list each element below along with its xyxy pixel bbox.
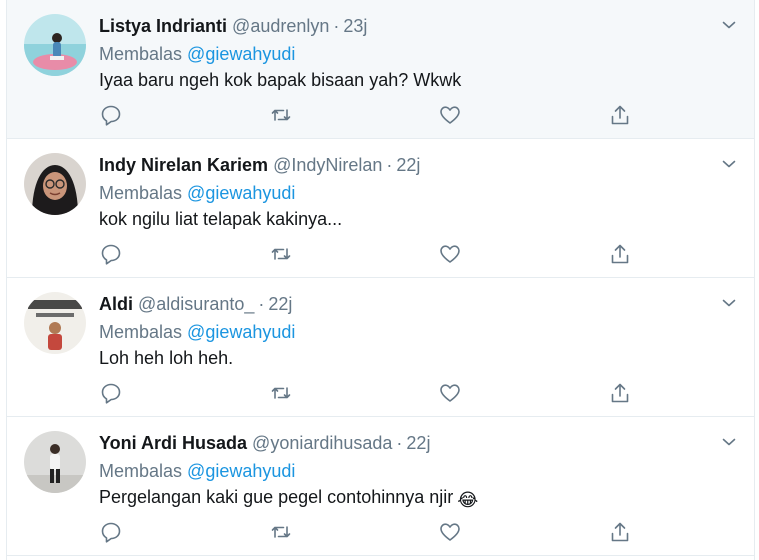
reply-icon[interactable] [100, 243, 122, 265]
like-icon[interactable] [439, 521, 461, 543]
share-icon[interactable] [609, 104, 631, 126]
like-icon[interactable] [439, 382, 461, 404]
mention-link[interactable]: @giewahyudi [187, 322, 295, 342]
retweet-icon[interactable] [270, 521, 292, 543]
replying-to: Membalas @giewahyudi [99, 459, 295, 483]
avatar-beach-photo [24, 14, 86, 76]
replies-timeline: Listya Indrianti @audrenlyn · 23j Membalas… [0, 0, 759, 560]
avatar-standing-person-photo [24, 431, 86, 493]
like-icon[interactable] [439, 104, 461, 126]
display-name[interactable]: Indy Nirelan Kariem [99, 155, 268, 175]
tweet-text: Iyaa baru ngeh kok bapak bisaan yah? Wkw… [99, 70, 462, 90]
tweet-text: kok ngilu liat telapak kakinya... [99, 209, 343, 229]
timestamp[interactable]: 22j [406, 433, 430, 453]
user-handle[interactable]: @audrenlyn [232, 16, 329, 36]
tweet-header: Aldi @aldisuranto_ · 22j [99, 292, 292, 316]
user-handle[interactable]: @yoniardihusada [252, 433, 392, 453]
retweet-icon[interactable] [270, 382, 292, 404]
replying-to-label: Membalas [99, 44, 183, 64]
caret-down-icon[interactable] [722, 157, 736, 171]
tweet-text: Loh heh loh heh. [99, 348, 234, 368]
mention-link[interactable]: @giewahyudi [187, 183, 295, 203]
caret-down-icon[interactable] [722, 18, 736, 32]
avatar-hijab-glasses-photo [24, 153, 86, 215]
user-handle[interactable]: @IndyNirelan [273, 155, 382, 175]
tweet-header: Indy Nirelan Kariem @IndyNirelan · 22j [99, 153, 420, 177]
tweet-reply[interactable]: Aldi @aldisuranto_ · 22j Membalas @giewahy… [7, 278, 754, 417]
mention-link[interactable]: @giewahyudi [187, 461, 295, 481]
reply-icon[interactable] [100, 521, 122, 543]
user-handle[interactable]: @aldisuranto_ [138, 294, 254, 314]
tweet-header: Yoni Ardi Husada @yoniardihusada · 22j [99, 431, 430, 455]
separator-dot: · [333, 16, 340, 36]
display-name[interactable]: Yoni Ardi Husada [99, 433, 247, 453]
retweet-icon[interactable] [270, 243, 292, 265]
timestamp[interactable]: 22j [396, 155, 420, 175]
avatar[interactable] [24, 292, 86, 354]
timestamp[interactable]: 22j [268, 294, 292, 314]
avatar-cattery-photo [24, 292, 86, 354]
reply-icon[interactable] [100, 382, 122, 404]
avatar[interactable] [24, 153, 86, 215]
separator-dot: · [396, 433, 403, 453]
replying-to-label: Membalas [99, 183, 183, 203]
tweet-text: Pergelangan kaki gue pegel contohinnya n… [99, 485, 478, 512]
caret-down-icon[interactable] [722, 435, 736, 449]
caret-down-icon[interactable] [722, 296, 736, 310]
replying-to: Membalas @giewahyudi [99, 320, 295, 344]
separator-dot: · [258, 294, 265, 314]
display-name[interactable]: Aldi [99, 294, 133, 314]
reply-icon[interactable] [100, 104, 122, 126]
separator-dot: · [386, 155, 393, 175]
retweet-icon[interactable] [270, 104, 292, 126]
tweet-reply[interactable]: Yoni Ardi Husada @yoniardihusada · 22j Mem… [7, 417, 754, 556]
tweet-reply[interactable]: Indy Nirelan Kariem @IndyNirelan · 22j Mem… [7, 139, 754, 278]
timeline-border-right [754, 0, 755, 560]
share-icon[interactable] [609, 382, 631, 404]
tweet-text-body: Pergelangan kaki gue pegel contohinnya n… [99, 487, 454, 507]
tweet-header: Listya Indrianti @audrenlyn · 23j [99, 14, 367, 38]
tweet-reply[interactable]: Listya Indrianti @audrenlyn · 23j Membalas… [7, 0, 754, 139]
share-icon[interactable] [609, 521, 631, 543]
mention-link[interactable]: @giewahyudi [187, 44, 295, 64]
tears-of-joy-emoji-icon: 😂 [457, 490, 479, 510]
replying-to: Membalas @giewahyudi [99, 42, 295, 66]
replying-to-label: Membalas [99, 461, 183, 481]
replying-to: Membalas @giewahyudi [99, 181, 295, 205]
replying-to-label: Membalas [99, 322, 183, 342]
avatar[interactable] [24, 431, 86, 493]
share-icon[interactable] [609, 243, 631, 265]
display-name[interactable]: Listya Indrianti [99, 16, 227, 36]
timestamp[interactable]: 23j [343, 16, 367, 36]
like-icon[interactable] [439, 243, 461, 265]
avatar[interactable] [24, 14, 86, 76]
